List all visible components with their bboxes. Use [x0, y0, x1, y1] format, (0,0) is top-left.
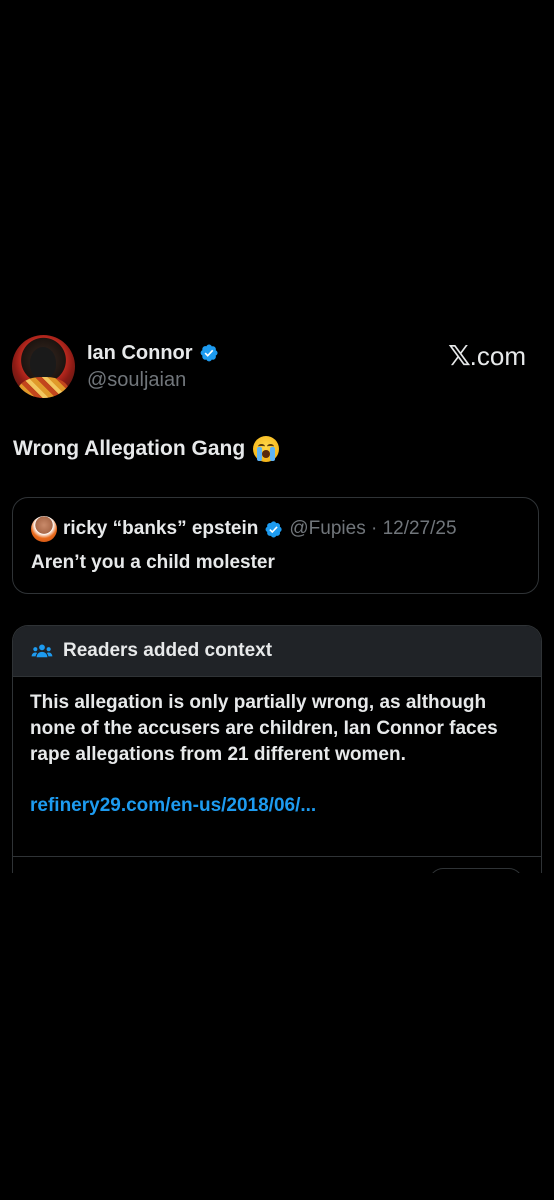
author-avatar[interactable] — [12, 335, 75, 398]
quoted-author-handle-date: @Fupies · 12/27/25 — [289, 518, 457, 539]
brand-mark: 𝕏 .com — [448, 339, 526, 372]
quoted-tweet-header: ricky “banks” epstein @Fupies · 12/27/25 — [31, 516, 457, 542]
author-info: Ian Connor @souljaian — [87, 341, 219, 393]
author-name-row: Ian Connor — [87, 341, 219, 365]
loudly-crying-face-icon — [253, 436, 280, 462]
community-note-text: This allegation is only partially wrong,… — [30, 692, 498, 765]
community-note-body: This allegation is only partially wrong,… — [13, 677, 541, 819]
quoted-tweet-text: Aren’t you a child molester — [31, 552, 275, 573]
author-handle[interactable]: @souljaian — [87, 367, 219, 393]
rate-it-button[interactable] — [429, 868, 523, 873]
quoted-author-avatar — [31, 516, 57, 542]
tweet: Ian Connor @souljaian 𝕏 .com Wrong Alleg… — [0, 335, 554, 873]
author-display-name[interactable]: Ian Connor — [87, 341, 193, 365]
tweet-text: Wrong Allegation Gang — [13, 437, 246, 460]
avatar-face — [30, 347, 56, 379]
community-note-header: Readers added context — [13, 626, 541, 677]
quoted-tweet[interactable]: ricky “banks” epstein @Fupies · 12/27/25… — [12, 497, 539, 594]
community-note-link[interactable]: refinery29.com/en-us/2018/06/... — [30, 793, 523, 819]
tweet-body: Wrong Allegation Gang — [13, 435, 280, 463]
quoted-author-name: ricky “banks” epstein — [63, 518, 259, 539]
brand-label: .com — [469, 341, 526, 371]
community-note-divider — [13, 856, 541, 857]
verified-badge-icon — [200, 344, 218, 362]
verified-badge-icon — [265, 520, 282, 537]
community-note-title: Readers added context — [63, 640, 273, 661]
x-logo-icon: 𝕏 — [448, 339, 471, 372]
community-note: Readers added context This allegation is… — [12, 625, 542, 873]
tweet-header: Ian Connor @souljaian 𝕏 .com — [0, 335, 554, 399]
people-icon — [31, 644, 53, 658]
avatar-shirt — [18, 377, 69, 398]
